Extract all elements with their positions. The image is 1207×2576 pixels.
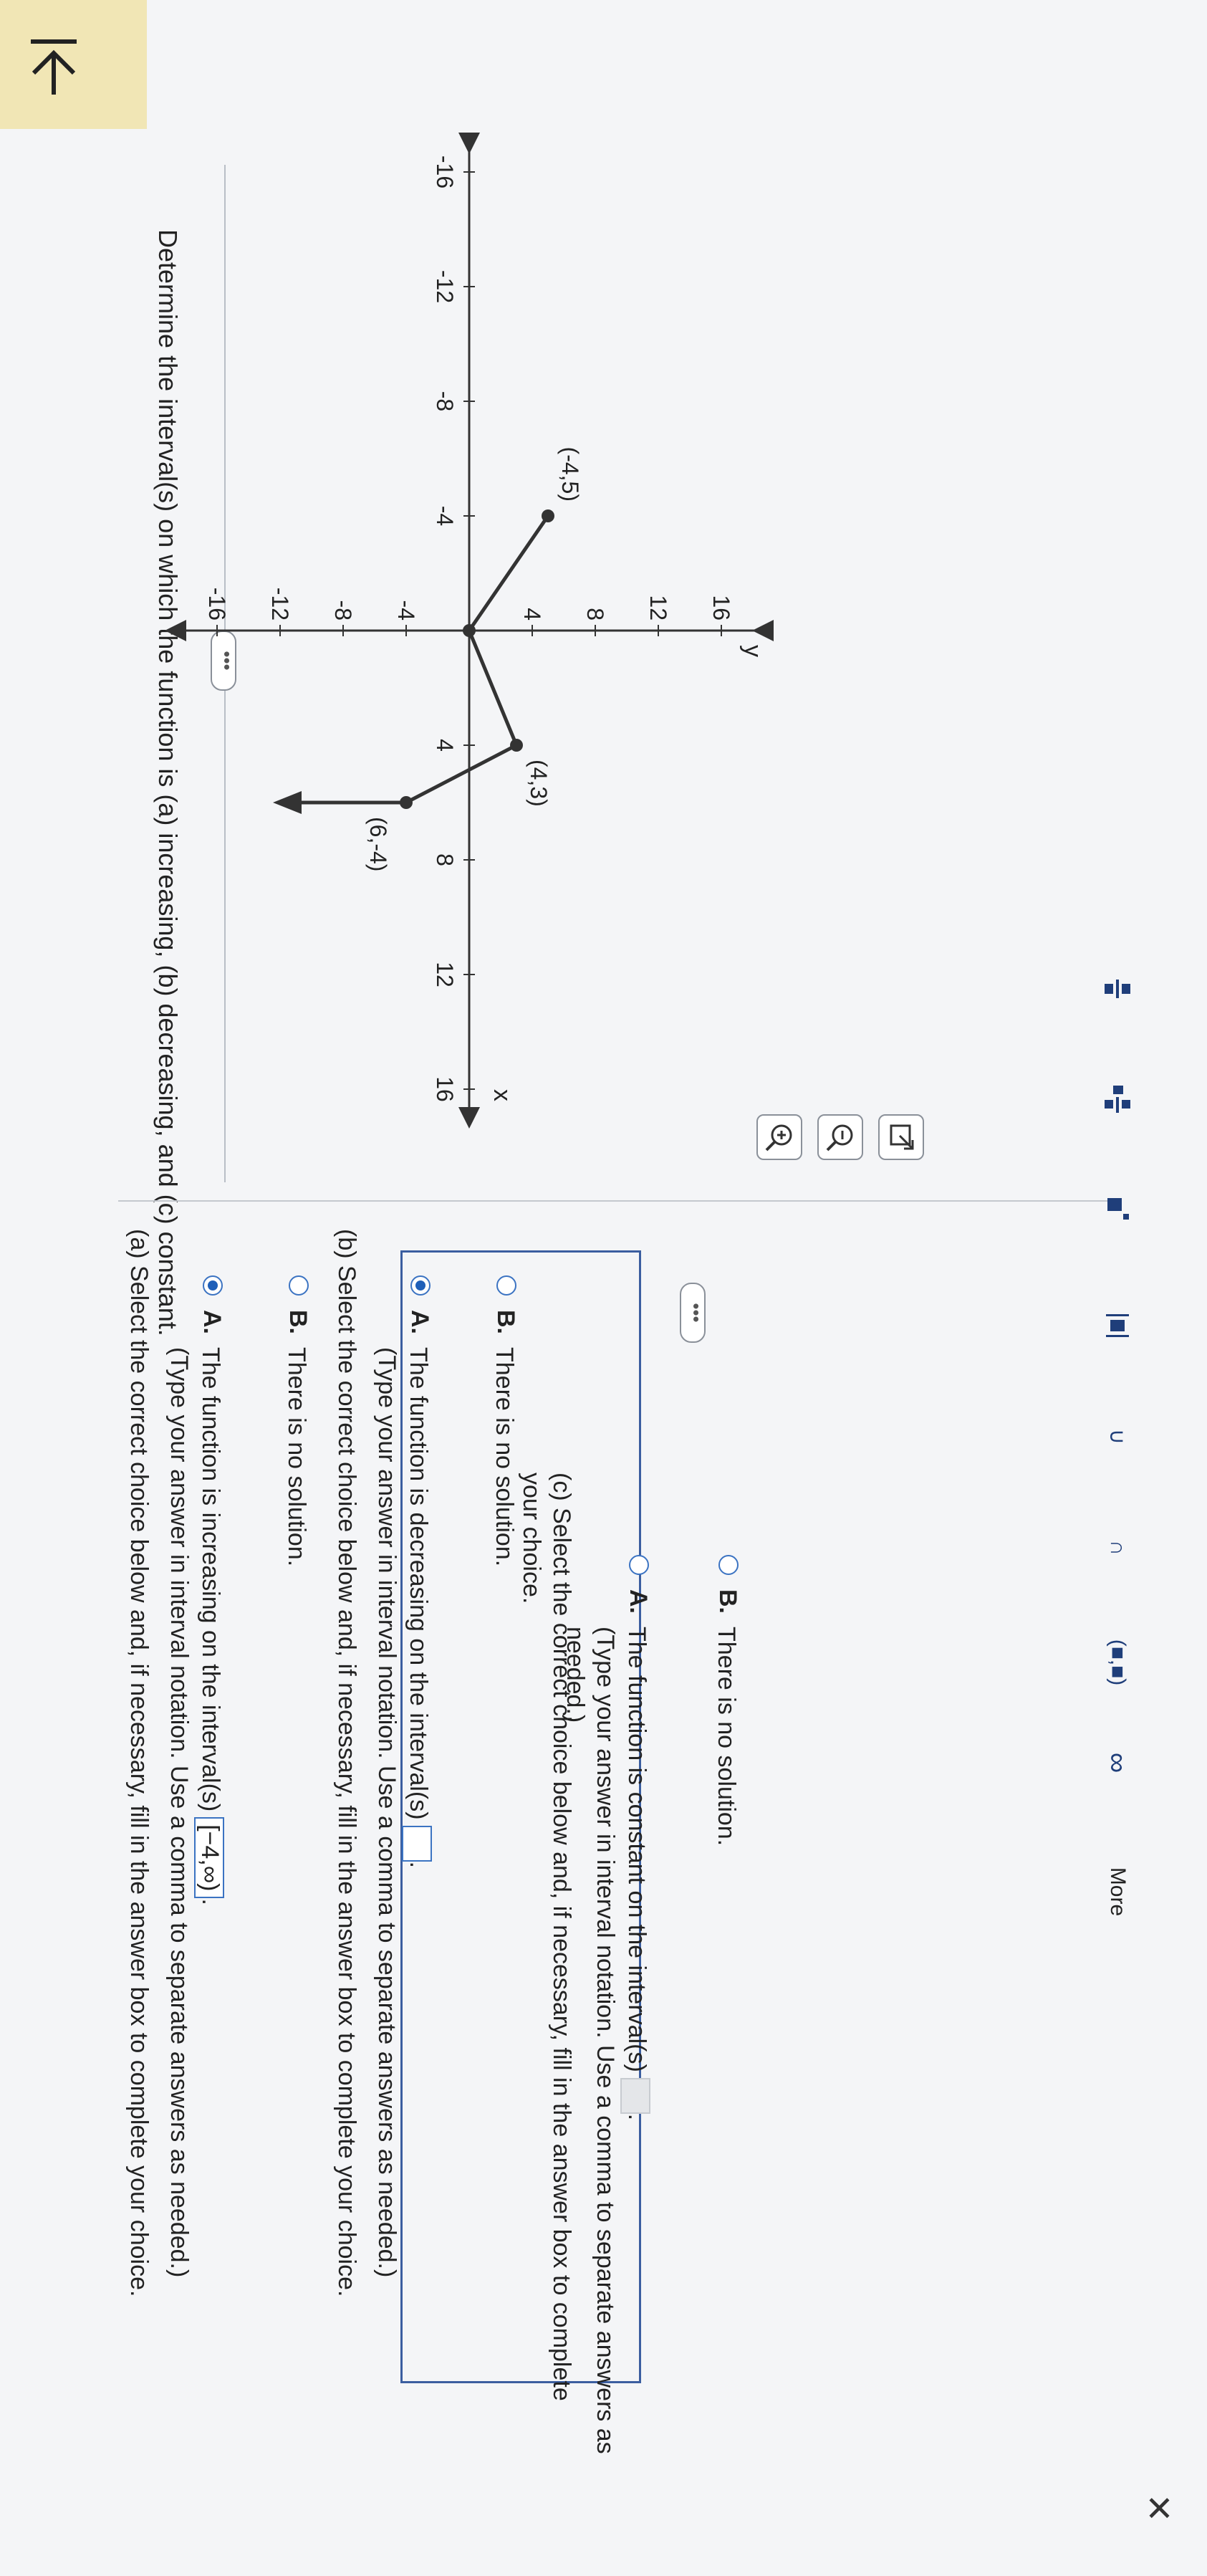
union-button[interactable]: ∪: [1096, 1415, 1139, 1458]
part-b-option-b-radio[interactable]: [496, 1275, 516, 1296]
option-letter: B.: [284, 1310, 312, 1334]
part-c-option-a-radio[interactable]: [629, 1555, 649, 1575]
option-note: (Type your answer in interval notation. …: [372, 1347, 400, 2278]
popout-button[interactable]: [878, 1114, 924, 1160]
function-points: (-4,5) (4,3) (6,-4): [273, 447, 583, 871]
function-point: [400, 796, 413, 809]
screen: Determine the interval(s) on which the f…: [0, 0, 1207, 2576]
part-a-option-b[interactable]: B. There is no solution.: [282, 1275, 312, 1566]
option-text: The function is constant on the interval…: [623, 1627, 650, 2072]
back-arrow-icon: [31, 39, 77, 95]
option-letter: A.: [198, 1310, 226, 1334]
function-point: [542, 509, 554, 522]
part-a-option-b-radio[interactable]: [289, 1275, 309, 1296]
infinity-button[interactable]: ∞: [1096, 1741, 1139, 1784]
function-graph: -16-12-8-4481216161284-4-8-12-16 (-4,5)(…: [165, 133, 774, 1129]
option-text: The function is increasing on the interv…: [197, 1347, 224, 1812]
mixed-number-icon: [1105, 1086, 1130, 1113]
part-b-option-a[interactable]: A. The function is decreasing on the int…: [372, 1275, 433, 2350]
x-axis-label: x: [489, 1089, 516, 1101]
x-tick-label: -8: [432, 391, 458, 411]
option-letter: B.: [714, 1589, 741, 1614]
part-c-option-b-radio[interactable]: [718, 1555, 739, 1575]
option-letter: A.: [625, 1589, 652, 1614]
option-text: The function is decreasing on the interv…: [405, 1347, 432, 1820]
expand-handle-middle[interactable]: •••: [680, 1283, 707, 1343]
part-a-prompt: (a) Select the correct choice below and,…: [125, 1229, 153, 2297]
y-tick-label: -16: [204, 588, 230, 621]
exponent-icon: [1107, 1198, 1129, 1220]
point-label: (6,-4): [365, 817, 391, 871]
y-axis-label: y: [739, 645, 766, 657]
exponent-button[interactable]: [1096, 1189, 1139, 1232]
part-c-answer-box[interactable]: [620, 2077, 650, 2114]
fraction-button[interactable]: [1096, 967, 1139, 1010]
y-tick-label: -4: [393, 600, 419, 621]
function-point: [510, 739, 523, 752]
part-a-option-a[interactable]: A. The function is increasing on the int…: [164, 1275, 226, 2350]
zoom-out-icon: [826, 1124, 853, 1151]
option-letter: A.: [406, 1310, 433, 1334]
y-tick-label: 4: [519, 608, 545, 621]
part-c-option-a[interactable]: A. The function is constant on the inter…: [560, 1555, 652, 2522]
panel-separator: [118, 1200, 1121, 1202]
interval-button[interactable]: (■,■): [1096, 1630, 1139, 1695]
x-tick-label: 16: [432, 1076, 458, 1102]
option-text: There is no solution.: [491, 1347, 518, 1567]
part-a-answer-box[interactable]: [−4,∞): [193, 1817, 224, 1899]
zoom-in-button[interactable]: [756, 1114, 802, 1160]
y-tick-label: 12: [645, 595, 671, 621]
option-letter: B.: [492, 1310, 519, 1334]
y-tick-label: 8: [582, 608, 608, 621]
part-c-option-b[interactable]: B. There is no solution.: [711, 1555, 741, 1846]
mixed-number-button[interactable]: [1096, 1078, 1139, 1121]
function-end-arrow: [273, 791, 302, 814]
x-tick-label: -16: [432, 155, 458, 188]
more-button[interactable]: More: [1096, 1856, 1139, 1928]
absolute-value-button[interactable]: [1096, 1304, 1139, 1347]
option-text: There is no solution.: [283, 1347, 310, 1567]
part-a-option-a-radio[interactable]: [203, 1275, 223, 1296]
intersection-button[interactable]: ∩: [1096, 1526, 1139, 1569]
part-b-answer-box[interactable]: [401, 1825, 432, 1862]
external-link-icon: [890, 1124, 914, 1150]
zoom-in-icon: [765, 1124, 792, 1151]
option-text: There is no solution.: [713, 1627, 740, 1847]
close-icon[interactable]: ✕: [1138, 2494, 1178, 2522]
function-line: [280, 514, 550, 805]
point-label: (-4,5): [557, 447, 583, 502]
x-tick-label: 12: [432, 962, 458, 987]
fraction-icon: [1105, 980, 1130, 998]
option-note: (Type your answer in interval notation. …: [165, 1347, 193, 2278]
y-tick-label: -8: [330, 600, 356, 621]
x-tick-label: 8: [432, 853, 458, 866]
part-b-prompt: (b) Select the correct choice below and,…: [333, 1229, 360, 2297]
y-tick-label: -12: [267, 588, 293, 621]
x-tick-label: -12: [432, 270, 458, 303]
option-note: (Type your answer in interval notation. …: [561, 1627, 619, 2454]
point-label: (4,3): [526, 760, 552, 807]
part-b-option-b[interactable]: B. There is no solution.: [489, 1275, 519, 1566]
function-point: [463, 624, 476, 637]
x-tick-label: 4: [432, 739, 458, 752]
back-button[interactable]: [25, 36, 82, 100]
absolute-value-icon: [1106, 1314, 1129, 1337]
zoom-out-button[interactable]: [817, 1114, 863, 1160]
x-tick-label: -4: [432, 506, 458, 526]
y-tick-label: 16: [708, 595, 734, 621]
part-b-option-a-radio[interactable]: [410, 1275, 431, 1296]
